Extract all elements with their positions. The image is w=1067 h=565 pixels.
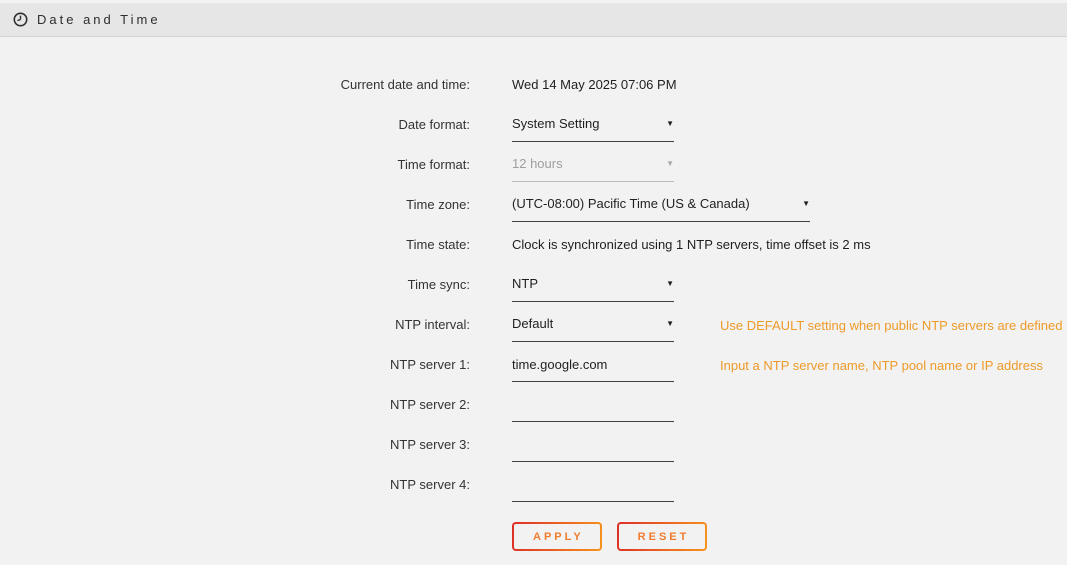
apply-button[interactable]: APPLY (512, 522, 602, 551)
chevron-down-icon: ▼ (666, 156, 674, 172)
form-row: Time zone: (UTC-08:00) Pacific Time (US &… (0, 184, 1067, 224)
ntp-server-2-label: NTP server 2: (0, 397, 470, 412)
form-row: Current date and time: Wed 14 May 2025 07… (0, 64, 1067, 104)
date-format-select[interactable]: System Setting ▼ (512, 116, 674, 142)
ntp-server-2-input[interactable] (512, 396, 674, 422)
form-row: NTP server 4: (0, 464, 1067, 504)
chevron-down-icon: ▼ (802, 196, 810, 212)
form-row: NTP interval: Default ▼ Use DEFAULT setting… (0, 304, 1067, 344)
time-format-selected-value: 12 hours (512, 156, 563, 172)
clock-icon (13, 12, 28, 27)
current-date-time-label: Current date and time: (0, 77, 470, 92)
form-row: Date format: System Setting ▼ (0, 104, 1067, 144)
ntp-interval-selected-value: Default (512, 316, 553, 332)
form-row: NTP server 2: (0, 384, 1067, 424)
reset-button[interactable]: RESET (617, 522, 708, 551)
form-actions: APPLY RESET (512, 522, 1067, 551)
apply-button-label: APPLY (514, 524, 600, 549)
time-sync-selected-value: NTP (512, 276, 538, 292)
ntp-interval-label: NTP interval: (0, 317, 470, 332)
form-row: Time format: 12 hours ▼ (0, 144, 1067, 184)
form-row: NTP server 3: (0, 424, 1067, 464)
date-format-selected-value: System Setting (512, 116, 599, 132)
chevron-down-icon: ▼ (666, 116, 674, 132)
ntp-interval-hint: Use DEFAULT setting when public NTP serv… (720, 318, 1063, 333)
ntp-server-1-hint: Input a NTP server name, NTP pool name o… (720, 358, 1043, 373)
page-title: Date and Time (37, 12, 161, 27)
reset-button-label: RESET (619, 524, 706, 549)
chevron-down-icon: ▼ (666, 316, 674, 332)
ntp-server-4-input[interactable] (512, 476, 674, 502)
date-time-panel: Date and Time Current date and time: Wed … (0, 3, 1067, 551)
ntp-server-3-label: NTP server 3: (0, 437, 470, 452)
time-state-label: Time state: (0, 237, 470, 252)
date-time-form: Current date and time: Wed 14 May 2025 07… (0, 37, 1067, 504)
time-zone-selected-value: (UTC-08:00) Pacific Time (US & Canada) (512, 196, 750, 212)
ntp-server-1-input[interactable] (512, 356, 674, 382)
time-sync-label: Time sync: (0, 277, 470, 292)
date-format-label: Date format: (0, 117, 470, 132)
time-zone-label: Time zone: (0, 197, 470, 212)
time-sync-select[interactable]: NTP ▼ (512, 276, 674, 302)
time-format-select: 12 hours ▼ (512, 156, 674, 182)
section-header: Date and Time (0, 3, 1067, 37)
ntp-server-1-label: NTP server 1: (0, 357, 470, 372)
form-row: Time state: Clock is synchronized using 1… (0, 224, 1067, 264)
form-row: NTP server 1: Input a NTP server name, NT… (0, 344, 1067, 384)
time-state-value: Clock is synchronized using 1 NTP server… (512, 237, 871, 252)
chevron-down-icon: ▼ (666, 276, 674, 292)
time-format-label: Time format: (0, 157, 470, 172)
ntp-server-3-input[interactable] (512, 436, 674, 462)
time-zone-select[interactable]: (UTC-08:00) Pacific Time (US & Canada) ▼ (512, 196, 810, 222)
form-row: Time sync: NTP ▼ (0, 264, 1067, 304)
ntp-interval-select[interactable]: Default ▼ (512, 316, 674, 342)
current-date-time-value: Wed 14 May 2025 07:06 PM (512, 77, 677, 92)
ntp-server-4-label: NTP server 4: (0, 477, 470, 492)
